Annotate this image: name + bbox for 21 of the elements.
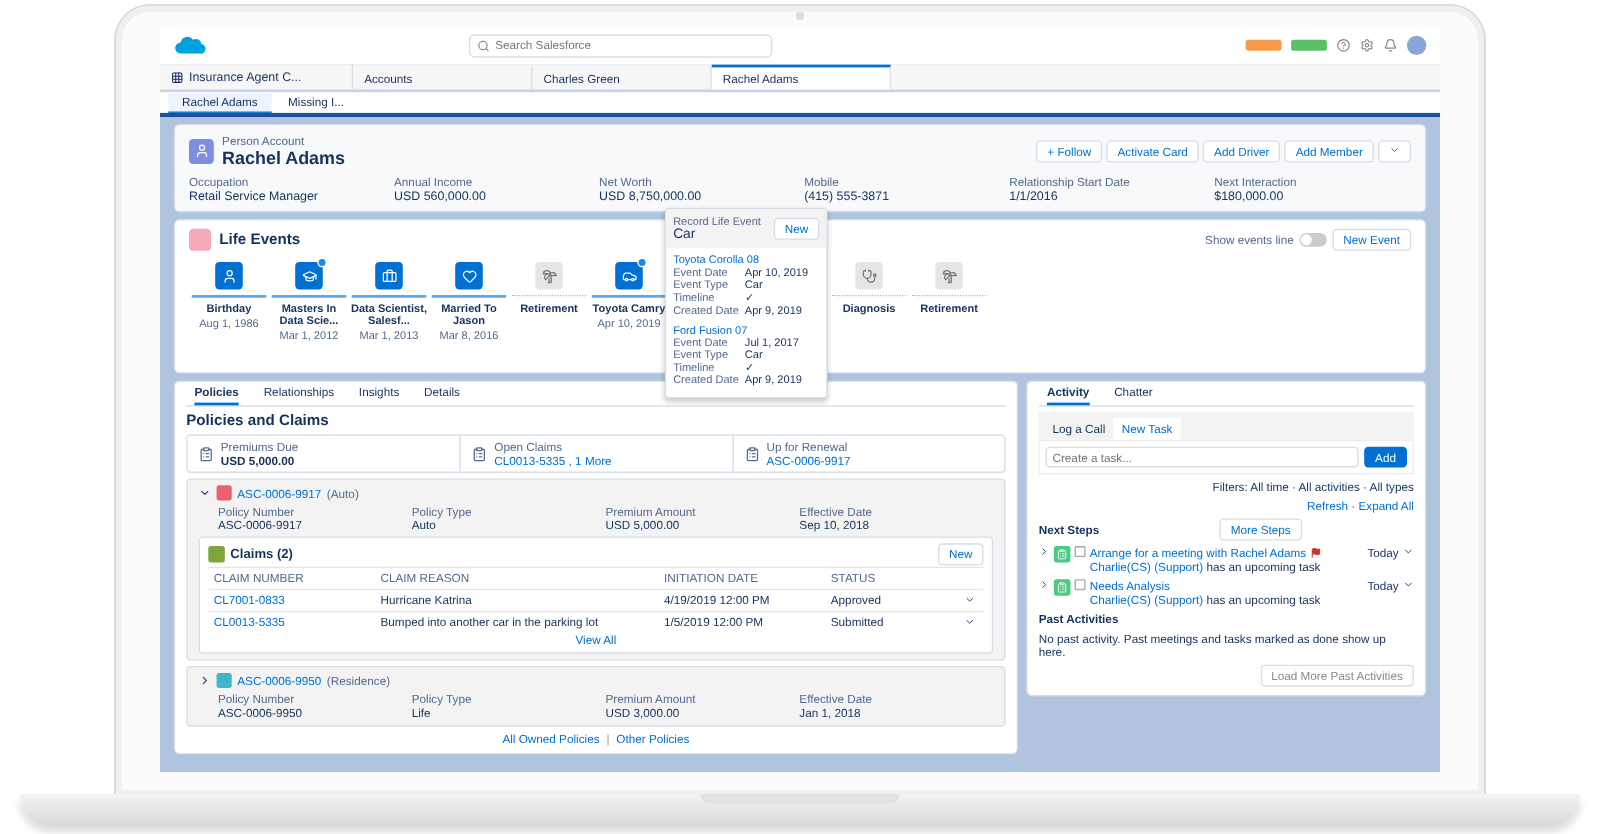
palm-tree-icon[interactable]: [535, 261, 563, 290]
toggle-switch[interactable]: [1299, 232, 1327, 247]
checkbox[interactable]: [1074, 579, 1086, 591]
status-pill-icon: [1291, 39, 1327, 51]
briefcase-icon[interactable]: [375, 261, 403, 290]
cloud-logo: [173, 34, 207, 57]
task-icon: [1053, 546, 1071, 563]
status-pill-icon: [1245, 39, 1282, 51]
task-icon: [1053, 579, 1071, 596]
avatar-icon[interactable]: [1407, 35, 1427, 55]
car-icon[interactable]: [615, 261, 643, 290]
person-icon: [188, 138, 214, 164]
record-name: Rachel Adams: [222, 147, 345, 169]
flag-icon: [1310, 547, 1322, 559]
life-events-icon: [188, 228, 212, 251]
checkbox[interactable]: [1074, 546, 1086, 558]
palm-tree-icon[interactable]: [935, 261, 963, 290]
claims-icon: [208, 546, 225, 563]
person-icon[interactable]: [215, 261, 243, 290]
graduation-cap-icon[interactable]: [295, 261, 323, 290]
stethoscope-icon[interactable]: [855, 261, 883, 290]
